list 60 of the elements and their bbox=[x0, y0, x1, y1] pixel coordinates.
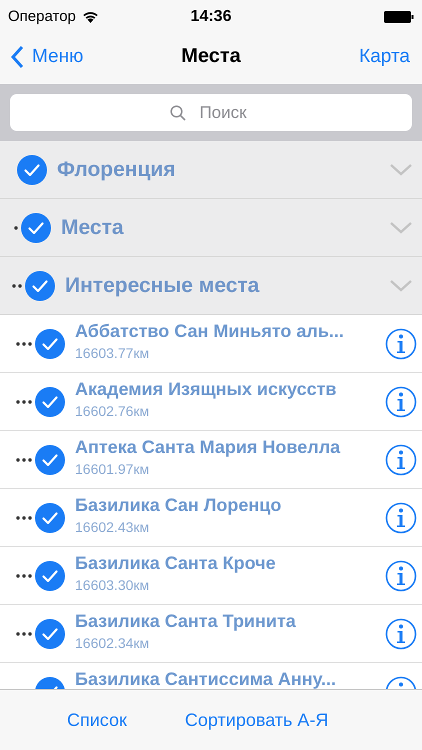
place-name: Академия Изящных искусств bbox=[75, 379, 338, 400]
place-row[interactable]: Базилика Санта Кроче 16603.30км bbox=[0, 547, 422, 605]
group-title: Интересные места bbox=[65, 274, 260, 298]
screen-title: Места bbox=[181, 45, 241, 68]
group-row[interactable]: Места bbox=[0, 199, 422, 257]
place-row[interactable]: Академия Изящных искусств 16602.76км bbox=[0, 373, 422, 431]
place-distance: 16602.43км bbox=[75, 519, 150, 535]
info-icon[interactable] bbox=[385, 328, 417, 360]
checked-circle-icon[interactable] bbox=[25, 270, 55, 300]
place-row[interactable]: Аптека Санта Мария Новелла 16601.97км bbox=[0, 431, 422, 489]
group-title: Флоренция bbox=[57, 158, 177, 182]
search-field[interactable]: Поиск bbox=[10, 94, 412, 131]
place-name: Базилика Санта Тринита bbox=[75, 611, 297, 632]
place-name: Базилика Сантиссима Анну... bbox=[75, 669, 338, 689]
info-icon[interactable] bbox=[385, 386, 417, 418]
search-icon bbox=[170, 105, 186, 121]
place-distance: 16602.34км bbox=[75, 635, 150, 651]
checked-circle-icon[interactable] bbox=[35, 560, 65, 590]
dots-icon bbox=[16, 574, 34, 578]
chevron-left-icon bbox=[10, 44, 24, 68]
dots-icon bbox=[12, 284, 24, 288]
info-icon[interactable] bbox=[385, 444, 417, 476]
place-name: Базилика Санта Кроче bbox=[75, 553, 277, 574]
place-distance: 16603.30км bbox=[75, 577, 150, 593]
info-icon[interactable] bbox=[385, 560, 417, 592]
place-name: Аптека Санта Мария Новелла bbox=[75, 437, 342, 458]
dots-icon bbox=[16, 400, 34, 404]
info-icon[interactable] bbox=[385, 502, 417, 534]
place-name: Аббатство Сан Миньято аль... bbox=[75, 321, 345, 342]
battery-icon bbox=[384, 10, 414, 22]
clock-time: 14:36 bbox=[190, 8, 232, 26]
group-title: Места bbox=[61, 216, 125, 240]
place-row[interactable]: Базилика Санта Тринита 16602.34км bbox=[0, 605, 422, 663]
checked-circle-icon[interactable] bbox=[35, 502, 65, 532]
place-distance: 16602.76км bbox=[75, 403, 150, 419]
place-row[interactable]: Аббатство Сан Миньято аль... 16603.77км bbox=[0, 315, 422, 373]
dots-icon bbox=[16, 516, 34, 520]
place-distance: 16601.97км bbox=[75, 461, 150, 477]
dots-icon bbox=[16, 632, 34, 636]
group-row[interactable]: Флоренция bbox=[0, 141, 422, 199]
checked-circle-icon[interactable] bbox=[35, 444, 65, 474]
place-row[interactable]: Базилика Сан Лоренцо 16602.43км bbox=[0, 489, 422, 547]
checked-circle-icon[interactable] bbox=[17, 154, 47, 184]
dots-icon bbox=[16, 342, 34, 346]
dots-icon bbox=[16, 458, 34, 462]
toolbar-button[interactable]: Список bbox=[67, 710, 127, 730]
map-button[interactable]: Карта bbox=[359, 46, 410, 68]
wifi-icon bbox=[82, 10, 99, 22]
group-row[interactable]: Интересные места bbox=[0, 257, 422, 315]
back-button[interactable]: Меню bbox=[10, 44, 84, 68]
checked-circle-icon[interactable] bbox=[35, 618, 65, 648]
checked-circle-icon[interactable] bbox=[21, 212, 51, 242]
dots-icon bbox=[14, 226, 20, 230]
checked-circle-icon[interactable] bbox=[35, 328, 65, 358]
info-icon[interactable] bbox=[385, 618, 417, 650]
place-distance: 16603.77км bbox=[75, 345, 150, 361]
carrier-name: Оператор bbox=[8, 8, 76, 25]
checked-circle-icon[interactable] bbox=[35, 386, 65, 416]
toolbar-button[interactable]: Сортировать А-Я bbox=[184, 710, 328, 730]
place-name: Базилика Сан Лоренцо bbox=[75, 495, 282, 516]
